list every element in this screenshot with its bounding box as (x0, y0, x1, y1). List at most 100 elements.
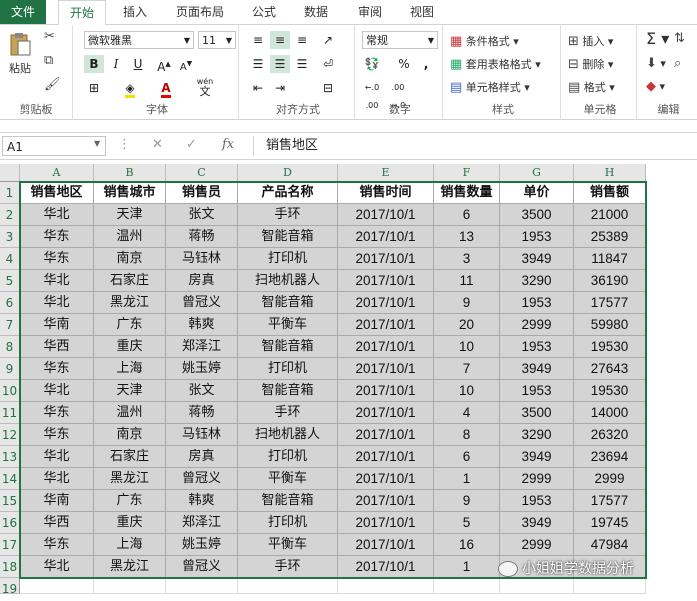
decrease-indent-button[interactable]: ⇤ (248, 79, 268, 97)
table-cell[interactable]: 2017/10/1 (338, 336, 434, 358)
table-cell[interactable]: 韩爽 (166, 314, 238, 336)
merge-center-button[interactable]: ⊟ (318, 79, 338, 97)
table-cell[interactable]: 2017/10/1 (338, 226, 434, 248)
table-cell[interactable]: 59980 (574, 314, 646, 336)
tab-insert[interactable]: 插入 (112, 0, 158, 24)
table-cell[interactable]: 13 (434, 226, 500, 248)
table-cell[interactable]: 2999 (500, 468, 574, 490)
sort-filter-button[interactable]: ⇅ (674, 31, 685, 46)
table-cell[interactable]: 16 (434, 534, 500, 556)
table-cell[interactable]: 华南 (20, 490, 94, 512)
row-header-10[interactable]: 10 (0, 380, 20, 402)
align-top-button[interactable]: ≡ (248, 31, 268, 49)
table-cell[interactable]: 19530 (574, 380, 646, 402)
table-cell[interactable]: 华北 (20, 292, 94, 314)
table-header-cell[interactable]: 销售员 (166, 182, 238, 204)
table-cell[interactable]: 黑龙江 (94, 292, 166, 314)
row-header-11[interactable]: 11 (0, 402, 20, 424)
table-cell[interactable]: 姚玉婷 (166, 534, 238, 556)
increase-font-button[interactable]: A▲ (154, 55, 174, 74)
table-cell[interactable]: 扫地机器人 (238, 424, 338, 446)
table-cell[interactable]: 天津 (94, 204, 166, 226)
table-cell[interactable]: 19530 (574, 336, 646, 358)
table-cell[interactable]: 智能音箱 (238, 490, 338, 512)
format-painter-button[interactable]: 🖌 (44, 77, 61, 92)
enter-icon[interactable]: ✓ (186, 137, 197, 152)
borders-button[interactable]: ⊞ (84, 79, 104, 97)
table-cell[interactable]: 1953 (500, 336, 574, 358)
table-cell[interactable]: 曾冠义 (166, 292, 238, 314)
column-header-a[interactable]: A (20, 164, 94, 182)
table-cell[interactable]: 2999 (574, 468, 646, 490)
table-cell[interactable]: 2017/10/1 (338, 490, 434, 512)
align-middle-button[interactable]: ≡ (270, 31, 290, 49)
table-cell[interactable]: 25389 (574, 226, 646, 248)
table-cell[interactable]: 打印机 (238, 446, 338, 468)
table-header-cell[interactable]: 销售地区 (20, 182, 94, 204)
table-cell[interactable]: 天津 (94, 380, 166, 402)
table-cell[interactable]: 47984 (574, 534, 646, 556)
row-header-15[interactable]: 15 (0, 490, 20, 512)
bold-button[interactable]: B (84, 55, 104, 73)
table-cell[interactable]: 温州 (94, 402, 166, 424)
name-box[interactable]: A1 (2, 136, 106, 156)
table-cell[interactable]: 21000 (574, 204, 646, 226)
table-cell[interactable]: 郑泽江 (166, 336, 238, 358)
table-cell[interactable]: 27643 (574, 358, 646, 380)
column-header-h[interactable]: H (574, 164, 646, 182)
table-cell[interactable]: 2999 (500, 534, 574, 556)
row-header-17[interactable]: 17 (0, 534, 20, 556)
table-cell[interactable]: 3949 (500, 446, 574, 468)
table-cell[interactable]: 郑泽江 (166, 512, 238, 534)
table-cell[interactable]: 重庆 (94, 336, 166, 358)
table-cell[interactable]: 扫地机器人 (238, 270, 338, 292)
copy-button[interactable]: ⧉ (44, 53, 53, 68)
tab-page-layout[interactable]: 页面布局 (168, 0, 232, 24)
table-cell[interactable]: 3949 (500, 358, 574, 380)
table-cell[interactable]: 2017/10/1 (338, 380, 434, 402)
cut-button[interactable]: ✂ (44, 29, 55, 44)
decrease-font-button[interactable]: A▼ (176, 55, 196, 73)
table-cell[interactable]: 智能音箱 (238, 380, 338, 402)
tab-formulas[interactable]: 公式 (244, 0, 284, 24)
paste-button[interactable]: 粘贴 (6, 31, 34, 76)
format-cells-button[interactable]: ▤ 格式 ▾ (568, 79, 615, 95)
table-cell[interactable]: 3949 (500, 248, 574, 270)
empty-cell[interactable] (94, 578, 166, 594)
table-cell[interactable]: 3 (434, 248, 500, 270)
table-cell[interactable]: 2017/10/1 (338, 358, 434, 380)
table-cell[interactable]: 华东 (20, 248, 94, 270)
table-header-cell[interactable]: 单价 (500, 182, 574, 204)
table-cell[interactable]: 华北 (20, 204, 94, 226)
table-cell[interactable]: 2017/10/1 (338, 270, 434, 292)
table-cell[interactable]: 2999 (500, 314, 574, 336)
column-header-c[interactable]: C (166, 164, 238, 182)
table-cell[interactable]: 1 (434, 556, 500, 578)
table-cell[interactable]: 19745 (574, 512, 646, 534)
tab-data[interactable]: 数据 (296, 0, 336, 24)
table-cell[interactable]: 14000 (574, 402, 646, 424)
column-header-f[interactable]: F (434, 164, 500, 182)
underline-button[interactable]: U (128, 55, 148, 73)
table-cell[interactable]: 8 (434, 424, 500, 446)
empty-cell[interactable] (238, 578, 338, 594)
cancel-icon[interactable]: ✕ (152, 137, 163, 152)
empty-cell[interactable] (500, 578, 574, 594)
table-cell[interactable]: 9 (434, 292, 500, 314)
find-select-button[interactable]: ⌕ (674, 56, 681, 71)
align-left-button[interactable]: ☰ (248, 55, 268, 73)
table-cell[interactable]: 26320 (574, 424, 646, 446)
chevron-down-icon[interactable]: ▼ (94, 139, 100, 148)
table-cell[interactable]: 华东 (20, 534, 94, 556)
table-cell[interactable]: 华北 (20, 556, 94, 578)
table-cell[interactable]: 南京 (94, 248, 166, 270)
table-cell[interactable]: 姚玉婷 (166, 358, 238, 380)
table-cell[interactable]: 2017/10/1 (338, 314, 434, 336)
table-cell[interactable]: 曾冠义 (166, 556, 238, 578)
table-cell[interactable]: 华西 (20, 512, 94, 534)
align-right-button[interactable]: ☰ (292, 55, 312, 73)
table-cell[interactable]: 华东 (20, 358, 94, 380)
row-header-2[interactable]: 2 (0, 204, 20, 226)
table-cell[interactable]: 黑龙江 (94, 468, 166, 490)
table-cell[interactable]: 3290 (500, 424, 574, 446)
